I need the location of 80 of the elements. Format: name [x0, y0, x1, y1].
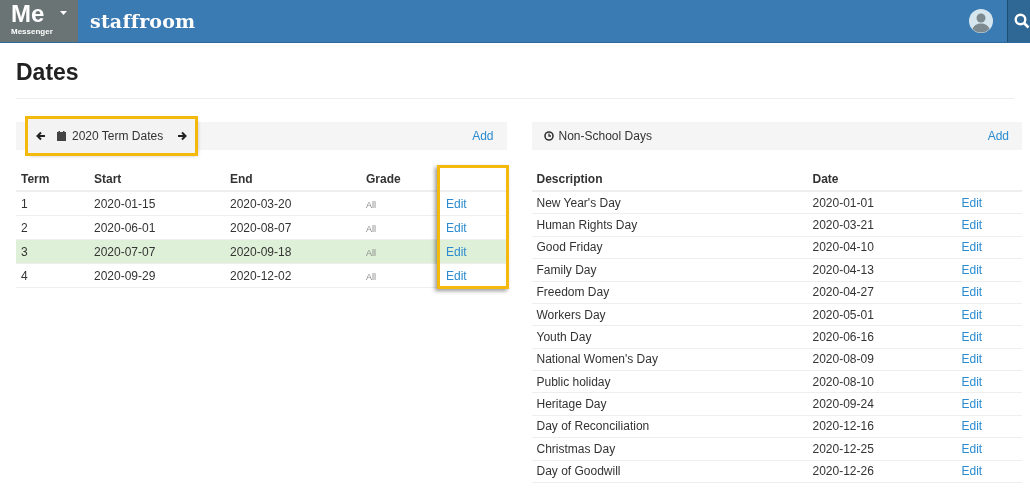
table-cell: Public holiday — [536, 374, 611, 389]
table-cell: 2020-08-10 — [812, 374, 874, 389]
edit-link[interactable]: Edit — [961, 464, 983, 479]
add-link[interactable]: Add — [987, 129, 1009, 143]
edit-link[interactable]: Edit — [961, 195, 983, 210]
caret-icon — [60, 11, 67, 15]
table-cell: Freedom Day — [536, 285, 610, 300]
column-header: Term — [16, 167, 89, 191]
table-cell: Good Friday — [536, 240, 603, 255]
edit-link[interactable]: Edit — [961, 441, 983, 456]
table-cell: 2020-04-27 — [812, 285, 874, 300]
table-cell: 2020-12-25 — [812, 441, 874, 456]
table-cell: Human Rights Day — [536, 218, 638, 233]
table-cell: 3 — [21, 244, 28, 259]
non-school-days-title: Non-School Days — [558, 129, 652, 143]
column-header: Date — [807, 167, 957, 191]
table-cell: 2020-01-01 — [812, 195, 874, 210]
table-cell: 2020-12-26 — [812, 464, 874, 479]
table-cell: All — [366, 223, 376, 234]
table-cell: Youth Day — [536, 329, 592, 344]
edit-link[interactable]: Edit — [961, 397, 983, 412]
table-cell: 2020-03-20 — [230, 196, 292, 211]
table-cell: 2020-06-01 — [94, 220, 156, 235]
table-cell: 2 — [21, 220, 28, 235]
edit-link[interactable]: Edit — [961, 329, 983, 344]
table-cell: All — [366, 271, 376, 282]
app-switcher[interactable]: Me Messenger — [0, 0, 78, 42]
clock-icon — [543, 131, 554, 141]
table-cell: 2020-08-07 — [230, 220, 292, 235]
edit-link[interactable]: Edit — [961, 240, 983, 255]
add-link[interactable]: Add — [472, 129, 494, 143]
table-cell: New Year's Day — [536, 195, 621, 210]
edit-link[interactable]: Edit — [961, 218, 983, 233]
column-header: End — [225, 167, 361, 191]
edit-link[interactable]: Edit — [446, 220, 467, 235]
edit-link[interactable]: Edit — [961, 352, 983, 367]
table-cell: 2020-03-21 — [812, 218, 874, 233]
table-cell: 2020-12-02 — [230, 268, 292, 283]
table-cell: National Women's Day — [536, 352, 658, 367]
table-cell: 2020-06-16 — [812, 329, 874, 344]
table-cell: Workers Day — [536, 307, 606, 322]
table-cell: 2020-01-15 — [94, 196, 156, 211]
table-cell: 2020-07-07 — [94, 244, 156, 259]
table-cell: 2020-05-01 — [812, 307, 874, 322]
right-arrow-icon[interactable] — [177, 131, 188, 141]
calendar-icon — [57, 131, 66, 141]
left-arrow-icon[interactable] — [36, 131, 46, 141]
search-icon — [1014, 13, 1030, 29]
page-title: Dates — [16, 43, 1014, 99]
user-avatar-icon[interactable] — [969, 9, 993, 33]
table-cell: All — [366, 247, 376, 258]
table-cell: 2020-12-16 — [812, 419, 874, 434]
table-cell: 2020-04-13 — [812, 262, 874, 277]
edit-link[interactable]: Edit — [961, 374, 983, 389]
edit-link[interactable]: Edit — [446, 268, 467, 283]
table-cell: 2020-08-09 — [812, 352, 874, 367]
table-cell: Christmas Day — [536, 441, 616, 456]
edit-link[interactable]: Edit — [446, 244, 467, 259]
column-header: Start — [89, 167, 225, 191]
table-cell: Heritage Day — [536, 397, 607, 412]
table-cell: Day of Goodwill — [536, 464, 621, 479]
column-header: Grade — [361, 167, 441, 191]
table-cell: All — [366, 199, 376, 210]
edit-link[interactable]: Edit — [446, 196, 467, 211]
table-cell: 4 — [21, 268, 28, 283]
table-cell: 1 — [21, 196, 28, 211]
brand-logo[interactable]: staffroom — [90, 10, 196, 32]
edit-link[interactable]: Edit — [961, 419, 983, 434]
table-cell: 2020-09-18 — [230, 244, 292, 259]
edit-link[interactable]: Edit — [961, 262, 983, 277]
table-cell: 2020-09-29 — [94, 268, 156, 283]
table-cell: 2020-09-24 — [812, 397, 874, 412]
search-button[interactable] — [1007, 0, 1030, 42]
table-cell: Day of Reconciliation — [536, 419, 650, 434]
edit-link[interactable]: Edit — [961, 307, 983, 322]
table-cell: 2020-04-10 — [812, 240, 874, 255]
edit-link[interactable]: Edit — [961, 285, 983, 300]
term-dates-title: 2020 Term Dates — [72, 129, 164, 143]
table-cell: Family Day — [536, 262, 597, 277]
column-header: Description — [531, 167, 808, 191]
